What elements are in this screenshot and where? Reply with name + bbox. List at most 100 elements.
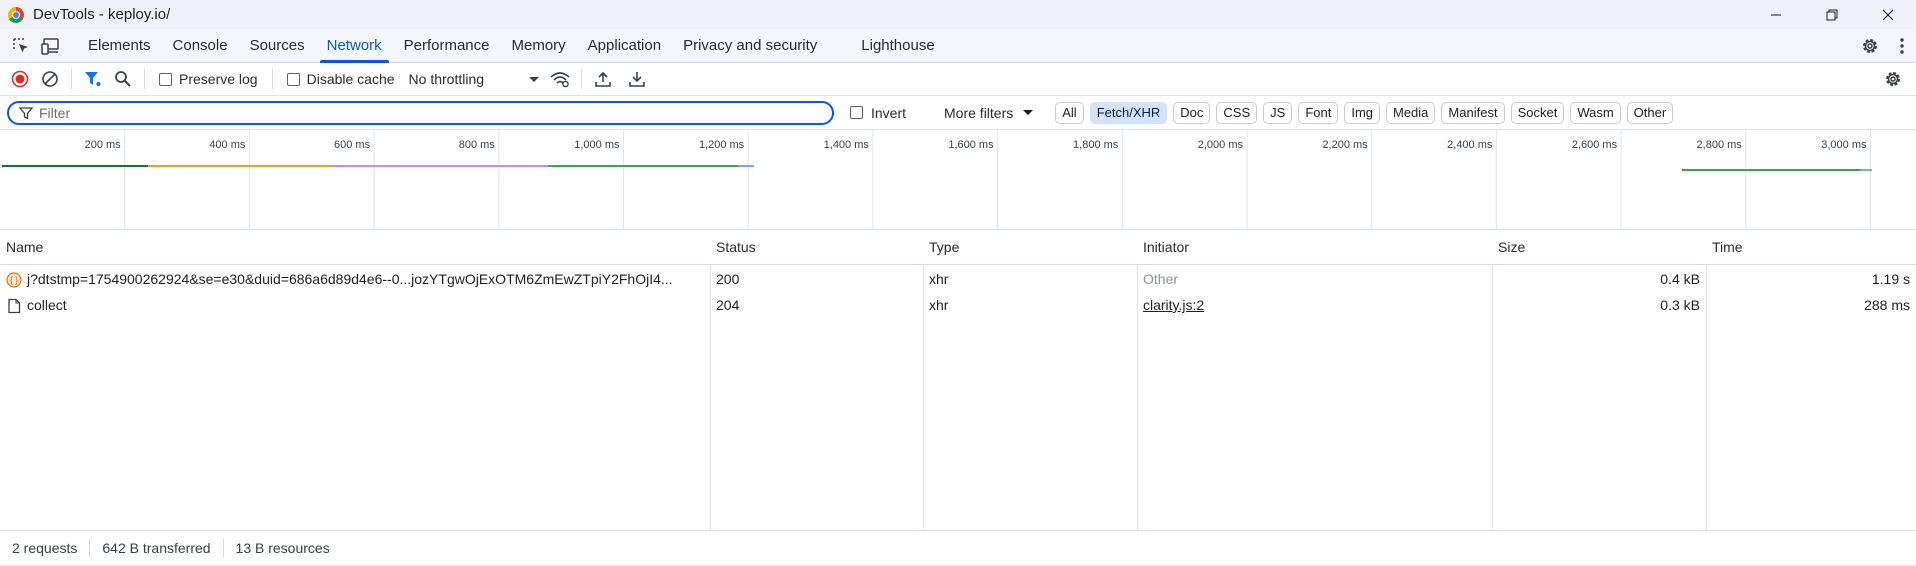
more-filters-dropdown[interactable]: More filters <box>944 104 1034 121</box>
tab-application[interactable]: Application <box>577 29 672 63</box>
overview-tick-label: 1,400 ms <box>824 139 870 151</box>
restore-button[interactable] <box>1804 0 1860 29</box>
overview-tick-label: 1,800 ms <box>1073 139 1119 151</box>
request-size: 0.4 kB <box>1660 271 1700 287</box>
search-button[interactable] <box>108 64 138 94</box>
minimize-icon <box>1771 14 1781 15</box>
filter-box <box>7 100 834 125</box>
tab-console[interactable]: Console <box>162 29 239 63</box>
throttling-value: No throttling <box>408 71 485 87</box>
request-name-cell[interactable]: {} j?dtstmp=1754900262924&se=e30&duid=68… <box>0 266 710 292</box>
export-har-button[interactable] <box>622 64 652 94</box>
tab-performance[interactable]: Performance <box>393 29 501 63</box>
throttling-select[interactable]: No throttling <box>409 71 539 87</box>
filter-toggle-button[interactable] <box>78 64 108 94</box>
disable-cache-toggle[interactable]: Disable cache <box>286 71 395 87</box>
overview-tick-label: 2,200 ms <box>1322 139 1368 151</box>
table-row[interactable]: collect 204 xhr clarity.js:2 0.3 kB 288 … <box>0 292 1916 318</box>
filter-chip-img[interactable]: Img <box>1344 101 1380 124</box>
stop-recording-button[interactable] <box>5 64 35 94</box>
overview-tick-label: 2,000 ms <box>1198 139 1244 151</box>
customize-menu-button[interactable] <box>1888 29 1916 63</box>
panel-tabs: Elements Console Sources Network Perform… <box>77 29 946 63</box>
filter-icon <box>19 106 33 120</box>
filter-chip-font[interactable]: Font <box>1298 101 1339 124</box>
request-initiator: Other <box>1143 271 1179 287</box>
inspect-element-button[interactable] <box>7 32 35 60</box>
filter-chip-socket[interactable]: Socket <box>1510 101 1565 124</box>
xhr-icon: {} <box>6 272 22 288</box>
table-row[interactable]: {} j?dtstmp=1754900262924&se=e30&duid=68… <box>0 266 1916 292</box>
requests-count: 2 requests <box>12 539 78 556</box>
tab-lighthouse[interactable]: Lighthouse <box>850 29 945 63</box>
tab-memory[interactable]: Memory <box>501 29 577 63</box>
inspect-element-icon <box>13 37 28 52</box>
filter-chip-all[interactable]: All <box>1055 101 1084 124</box>
preserve-log-toggle[interactable]: Preserve log <box>159 71 258 87</box>
download-icon <box>628 72 645 87</box>
toolbar-divider <box>144 69 145 89</box>
device-toggle-icon <box>41 37 59 55</box>
column-header-name[interactable]: Name <box>0 230 710 265</box>
tab-sources[interactable]: Sources <box>239 29 316 63</box>
filter-chip-js[interactable]: JS <box>1263 101 1293 124</box>
invert-checkbox[interactable] <box>850 106 863 119</box>
filter-input[interactable] <box>39 104 819 121</box>
overview-tick-label: 800 ms <box>459 139 496 151</box>
device-toolbar-button[interactable] <box>37 32 65 60</box>
network-settings-button[interactable] <box>1878 64 1908 94</box>
caret-down-icon <box>1023 110 1034 115</box>
request-name-cell[interactable]: collect <box>0 292 710 318</box>
tab-privacy-and-security[interactable]: Privacy and security <box>672 29 828 63</box>
close-icon <box>1882 9 1894 20</box>
overview-chart: 200 ms 400 ms 600 ms 800 ms 1,000 ms 1,200 ms… <box>2 130 1872 230</box>
filter-chip-media[interactable]: Media <box>1386 101 1436 124</box>
filter-chip-doc[interactable]: Doc <box>1173 101 1211 124</box>
filter-chip-wasm[interactable]: Wasm <box>1570 101 1621 124</box>
overview-tick-label: 1,000 ms <box>574 139 620 151</box>
network-overview-timeline[interactable]: 200 ms 400 ms 600 ms 800 ms 1,000 ms 1,200 ms… <box>0 130 1916 230</box>
filter-chip-fetch-xhr[interactable]: Fetch/XHR <box>1089 101 1168 124</box>
record-icon <box>11 70 29 88</box>
table-header: Name Status Type Initiator Size Time <box>0 230 1916 265</box>
chevron-down-icon <box>528 76 539 82</box>
overview-tick-label: 1,200 ms <box>699 139 745 151</box>
search-icon <box>115 71 131 87</box>
tab-elements[interactable]: Elements <box>77 29 162 63</box>
close-button[interactable] <box>1860 0 1916 29</box>
preserve-log-checkbox[interactable] <box>159 72 172 86</box>
resource-type-filters: All Fetch/XHR Doc CSS JS Font Img Media … <box>1055 101 1674 124</box>
column-header-size[interactable]: Size <box>1492 230 1706 265</box>
window-controls <box>1748 0 1916 29</box>
request-status: 204 <box>716 297 740 313</box>
minimize-button[interactable] <box>1748 0 1804 29</box>
column-header-status[interactable]: Status <box>710 230 923 265</box>
more-filters-label: More filters <box>944 104 1014 121</box>
tab-network[interactable]: Network <box>316 29 393 63</box>
disable-cache-checkbox[interactable] <box>286 72 300 86</box>
upload-icon <box>594 71 611 87</box>
column-header-time[interactable]: Time <box>1706 230 1916 265</box>
request-initiator-link[interactable]: clarity.js:2 <box>1137 292 1492 318</box>
clear-icon <box>42 71 58 87</box>
window-titlebar: DevTools - keploy.io/ <box>0 0 1916 29</box>
toolbar-divider <box>271 69 273 89</box>
clear-button[interactable] <box>35 64 65 94</box>
filter-chip-other[interactable]: Other <box>1626 101 1674 124</box>
network-toolbar: Preserve log Disable cache No throttling <box>0 63 1916 96</box>
filter-chip-manifest[interactable]: Manifest <box>1441 101 1505 124</box>
import-har-button[interactable] <box>588 64 618 94</box>
column-header-initiator[interactable]: Initiator <box>1137 230 1492 265</box>
overview-tick-label: 2,800 ms <box>1697 139 1743 151</box>
request-type: xhr <box>929 297 949 313</box>
devtools-settings-button[interactable] <box>1854 29 1886 63</box>
overview-tick-label: 2,600 ms <box>1572 139 1618 151</box>
network-conditions-button[interactable] <box>545 64 575 94</box>
request-name: j?dtstmp=1754900262924&se=e30&duid=686a6… <box>27 271 673 287</box>
chrome-logo-icon <box>8 6 24 23</box>
restore-icon <box>1826 9 1838 20</box>
invert-toggle[interactable]: Invert <box>850 105 906 121</box>
column-header-type[interactable]: Type <box>923 230 1137 265</box>
filter-chip-css[interactable]: CSS <box>1216 101 1258 124</box>
window-title: DevTools - keploy.io/ <box>33 6 171 23</box>
